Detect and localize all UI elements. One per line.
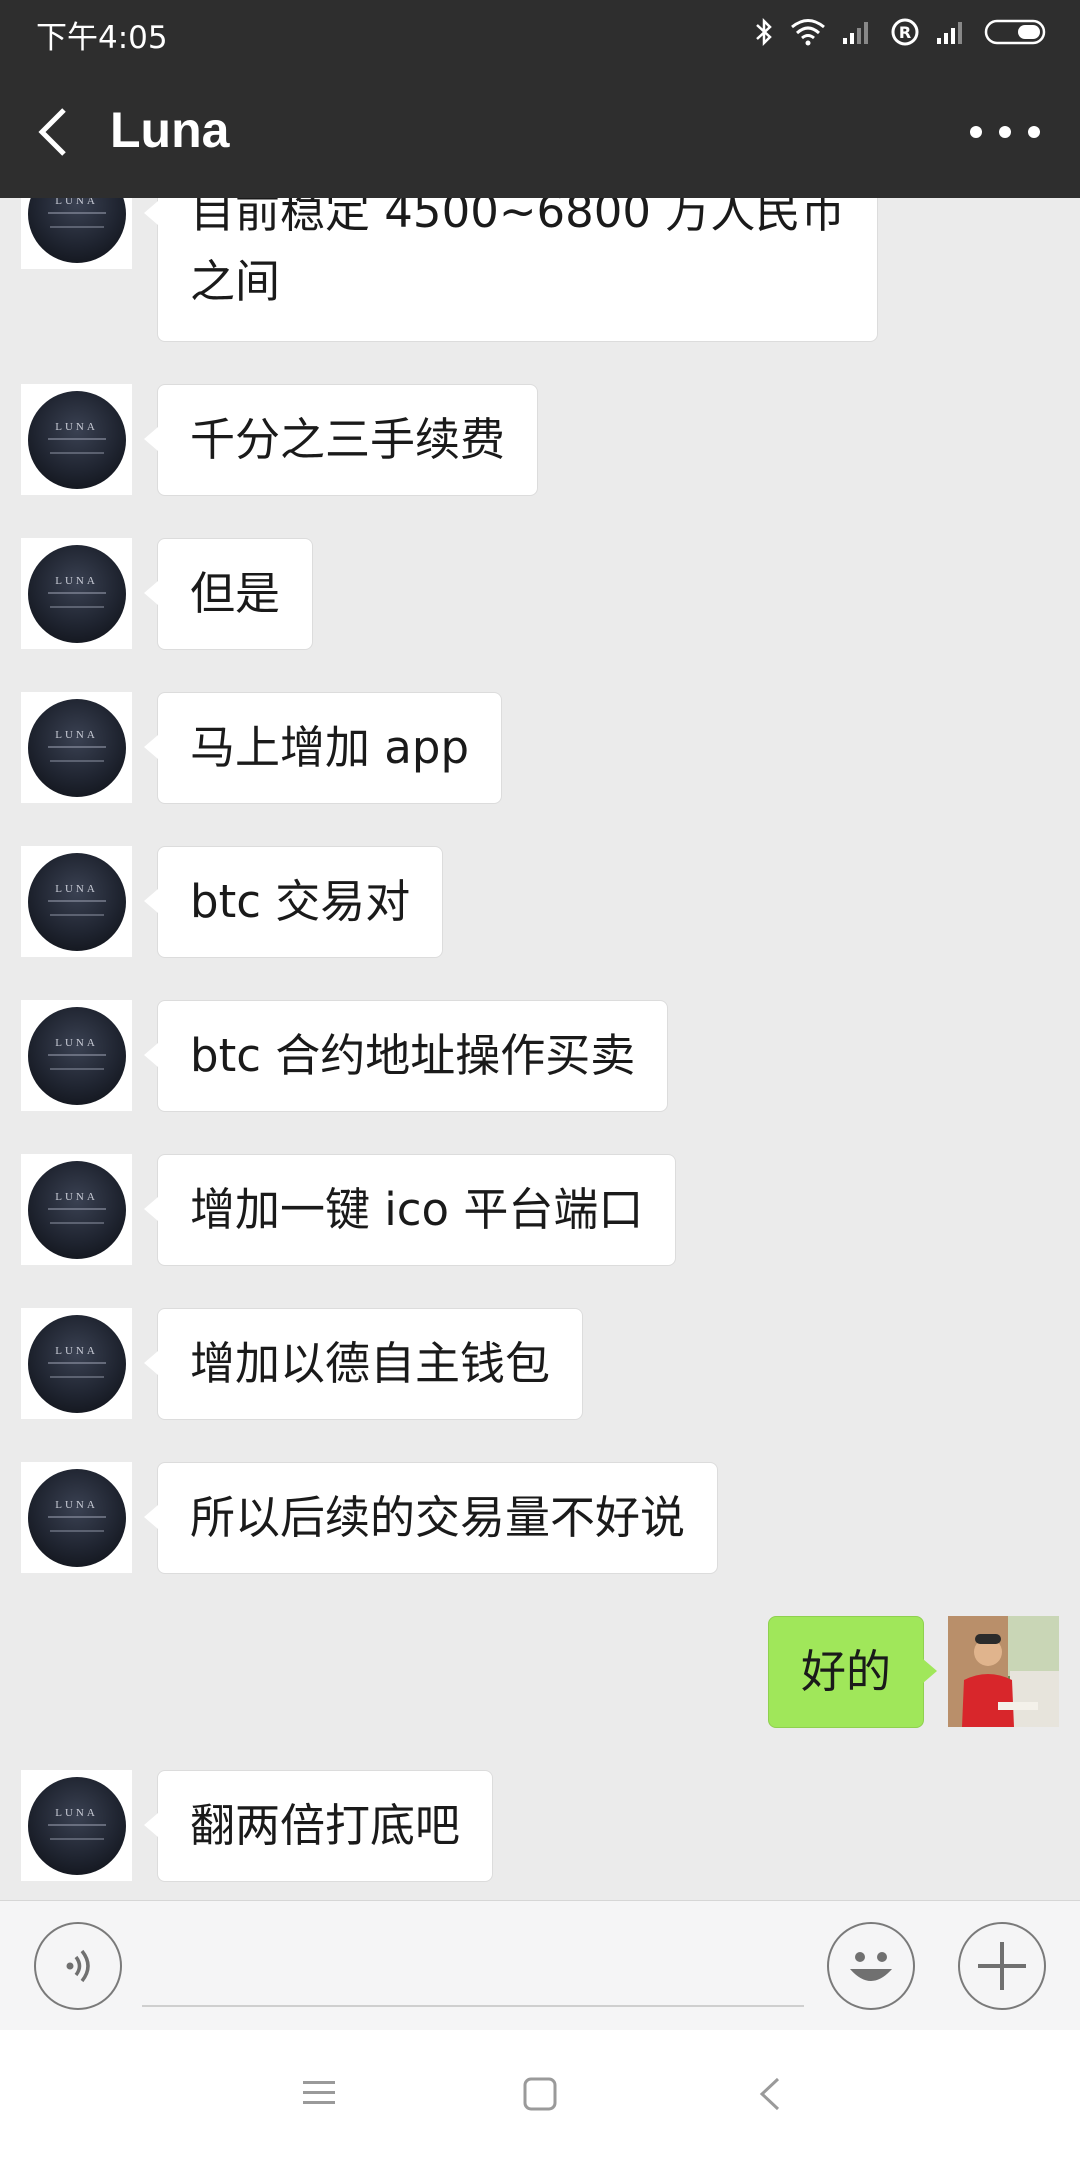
- more-options-button[interactable]: [970, 110, 1040, 154]
- back-arrow-icon[interactable]: [30, 102, 78, 162]
- contact-avatar[interactable]: LUNA: [21, 1770, 132, 1881]
- message-bubble[interactable]: 但是: [143, 538, 314, 650]
- signal-icon-2: [937, 22, 962, 44]
- message-bubble[interactable]: 马上增加 app: [143, 692, 503, 804]
- emoji-button[interactable]: [827, 1922, 915, 2010]
- signal-icon: [843, 22, 868, 44]
- message-bubble[interactable]: 增加一键 ico 平台端口: [143, 1154, 677, 1266]
- menu-icon[interactable]: [302, 2078, 336, 2108]
- contact-avatar[interactable]: LUNA: [21, 1000, 132, 1111]
- message-line: 之间: [190, 255, 281, 308]
- chat-header: Luna: [0, 66, 1080, 198]
- contact-avatar[interactable]: LUNA: [21, 846, 132, 957]
- back-icon[interactable]: [756, 2076, 782, 2112]
- contact-avatar[interactable]: LUNA: [21, 198, 132, 269]
- message-bubble[interactable]: btc 合约地址操作买卖: [143, 1000, 669, 1112]
- my-avatar[interactable]: [948, 1616, 1059, 1727]
- contact-avatar[interactable]: LUNA: [21, 692, 132, 803]
- chat-title: Luna: [110, 102, 230, 158]
- system-navigation-bar: [0, 2030, 1080, 2160]
- bluetooth-icon: [756, 17, 772, 47]
- registered-icon: R: [891, 18, 919, 46]
- contact-avatar[interactable]: LUNA: [21, 1308, 132, 1419]
- message-bubble[interactable]: 增加以德自主钱包: [143, 1308, 584, 1420]
- message-line: 目前稳定 4500~6800 万人民币: [190, 198, 846, 238]
- contact-avatar[interactable]: LUNA: [21, 1462, 132, 1573]
- status-time: 下午4:05: [36, 20, 168, 56]
- contact-avatar[interactable]: LUNA: [21, 384, 132, 495]
- battery-icon: [984, 19, 1046, 45]
- wifi-icon: [791, 19, 825, 46]
- input-bar: [0, 1900, 1080, 2030]
- message-list[interactable]: LUNA 目前稳定 4500~6800 万人民币 之间 LUNA 千分之三手续费…: [0, 198, 1080, 1900]
- status-icons: R: [754, 14, 1050, 50]
- svg-text:R: R: [899, 23, 911, 42]
- message-bubble[interactable]: 目前稳定 4500~6800 万人民币 之间: [143, 198, 879, 342]
- voice-icon: [66, 1949, 90, 1983]
- message-input[interactable]: [142, 2005, 804, 2007]
- status-bar: 下午4:05 R: [0, 0, 1080, 66]
- message-bubble-self[interactable]: 好的: [767, 1616, 938, 1728]
- home-icon[interactable]: [523, 2077, 557, 2111]
- voice-input-button[interactable]: [34, 1922, 122, 2010]
- message-bubble[interactable]: 所以后续的交易量不好说: [143, 1462, 719, 1574]
- message-bubble[interactable]: 翻两倍打底吧: [143, 1770, 494, 1882]
- more-actions-button[interactable]: [958, 1922, 1046, 2010]
- message-bubble[interactable]: 千分之三手续费: [143, 384, 539, 496]
- message-bubble[interactable]: btc 交易对: [143, 846, 444, 958]
- plus-icon: [978, 1942, 1026, 1990]
- contact-avatar[interactable]: LUNA: [21, 538, 132, 649]
- contact-avatar[interactable]: LUNA: [21, 1154, 132, 1265]
- smiley-icon: [850, 1952, 892, 1981]
